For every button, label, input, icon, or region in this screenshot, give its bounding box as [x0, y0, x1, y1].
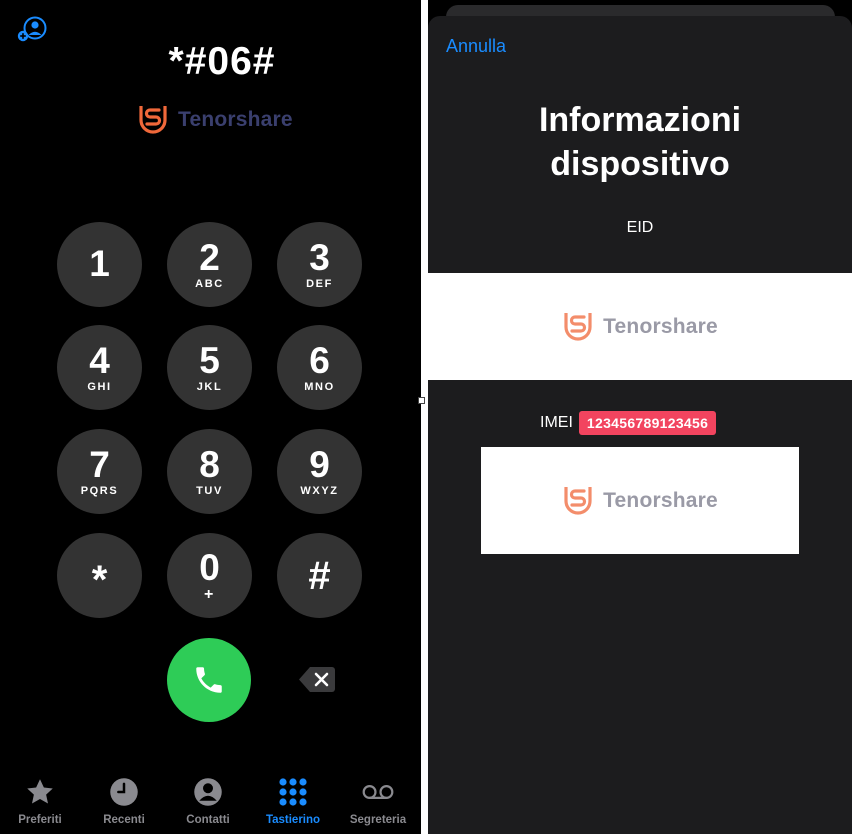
- key-4[interactable]: 4 GHI: [57, 325, 142, 410]
- tenorshare-logo-icon: [564, 313, 592, 341]
- imei-label: IMEI: [540, 414, 573, 431]
- key-letters: TUV: [196, 485, 223, 497]
- tenorshare-logo-icon: [139, 106, 167, 134]
- tab-label: Segreteria: [349, 814, 407, 826]
- watermark-text: Tenorshare: [178, 107, 293, 131]
- tab-recenti[interactable]: Recenti: [82, 776, 166, 826]
- person-circle-icon: [192, 776, 224, 808]
- tab-preferiti[interactable]: Preferiti: [0, 776, 82, 826]
- voicemail-icon: [362, 776, 394, 808]
- key-letters: PQRS: [80, 485, 119, 497]
- call-button[interactable]: [167, 638, 251, 722]
- key-7[interactable]: 7 PQRS: [57, 429, 142, 514]
- key-6[interactable]: 6 MNO: [277, 325, 362, 410]
- key-digit: #: [308, 553, 331, 598]
- tenorshare-watermark: Tenorshare: [562, 484, 718, 517]
- tab-bar: Preferiti Recenti Contatti Tastierino Se…: [0, 770, 421, 834]
- title-line-1: Informazioni: [538, 101, 742, 139]
- tab-label: Recenti: [103, 814, 145, 826]
- dialer-screen: *#06# Tenorshare 1 2 ABC 3 DEF 4 GHI 5 J…: [0, 0, 421, 834]
- tab-segreteria[interactable]: Segreteria: [336, 776, 420, 826]
- key-digit: 9: [309, 444, 330, 485]
- key-0[interactable]: 0 +: [167, 533, 252, 618]
- clock-icon: [108, 776, 140, 808]
- key-star[interactable]: *: [57, 533, 142, 618]
- tenorshare-watermark: Tenorshare: [562, 310, 718, 343]
- tenorshare-logo-icon: [564, 487, 592, 515]
- key-digit: 6: [309, 340, 330, 381]
- key-3[interactable]: 3 DEF: [277, 222, 362, 307]
- page-title: Informazioni dispositivo: [428, 98, 852, 186]
- imei-value-badge: 123456789123456: [578, 411, 717, 435]
- key-letters: ABC: [195, 278, 224, 290]
- tab-label: Contatti: [186, 814, 230, 826]
- key-9[interactable]: 9 WXYZ: [277, 429, 362, 514]
- cancel-button[interactable]: Annulla: [446, 36, 506, 57]
- key-digit: 3: [309, 237, 330, 278]
- key-digit: 5: [199, 340, 220, 381]
- key-digit: 8: [199, 444, 220, 485]
- tab-label: Preferiti: [18, 814, 62, 826]
- backspace-icon: [299, 667, 335, 692]
- key-8[interactable]: 8 TUV: [167, 429, 252, 514]
- key-hash[interactable]: #: [277, 533, 362, 618]
- imei-barcode-area: Tenorshare: [481, 447, 799, 554]
- key-letters: WXYZ: [300, 485, 339, 497]
- phone-icon: [196, 667, 222, 693]
- eid-label: EID: [626, 219, 654, 236]
- watermark-text: Tenorshare: [603, 488, 718, 512]
- keypad-icon: [277, 776, 309, 808]
- eid-barcode-area: Tenorshare: [428, 273, 852, 380]
- split-handle: [418, 397, 425, 404]
- key-letters: GHI: [87, 381, 112, 393]
- key-digit: 0: [199, 547, 220, 588]
- key-digit: *: [91, 557, 108, 602]
- key-digit: 1: [89, 243, 110, 284]
- tab-tastierino[interactable]: Tastierino: [251, 776, 335, 826]
- key-2[interactable]: 2 ABC: [167, 222, 252, 307]
- tenorshare-watermark: Tenorshare: [137, 103, 293, 136]
- key-digit: 2: [199, 237, 220, 278]
- key-letters: MNO: [304, 381, 335, 393]
- key-5[interactable]: 5 JKL: [167, 325, 252, 410]
- key-letters: +: [204, 586, 215, 603]
- dialed-number: *#06#: [168, 40, 276, 83]
- key-letters: DEF: [306, 278, 333, 290]
- star-icon: [24, 776, 56, 808]
- watermark-text: Tenorshare: [603, 314, 718, 338]
- key-1[interactable]: 1: [57, 222, 142, 307]
- title-line-2: dispositivo: [550, 145, 730, 183]
- tab-contatti[interactable]: Contatti: [166, 776, 250, 826]
- key-digit: 4: [89, 340, 110, 381]
- imei-row: IMEI 123456789123456: [540, 411, 717, 435]
- key-letters: JKL: [196, 381, 223, 393]
- backspace-button[interactable]: [298, 666, 336, 693]
- tab-label: Tastierino: [265, 814, 321, 826]
- key-digit: 7: [89, 444, 110, 485]
